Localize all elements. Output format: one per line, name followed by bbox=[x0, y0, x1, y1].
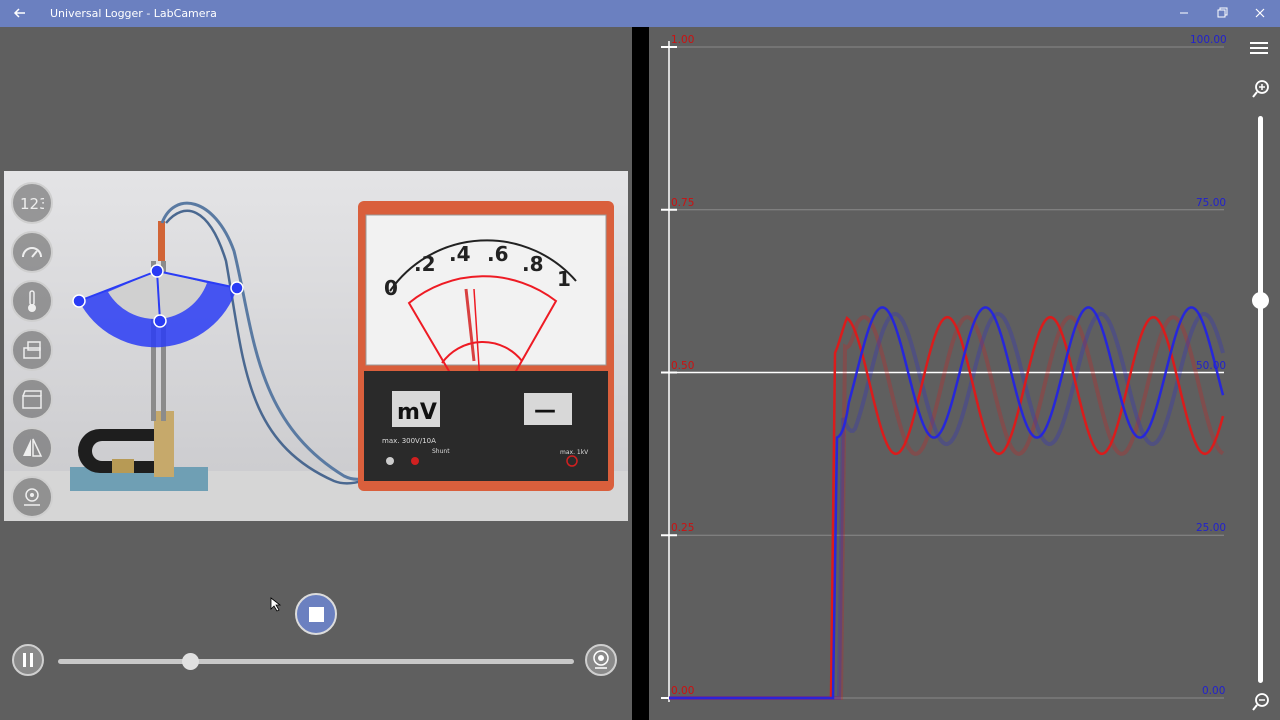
minimize-icon[interactable] bbox=[1174, 4, 1194, 22]
handle-right[interactable] bbox=[230, 281, 244, 295]
right-axis-label: 75.00 bbox=[1196, 197, 1227, 209]
gauge-icon bbox=[22, 247, 42, 258]
scale-label: .6 bbox=[487, 242, 509, 266]
input-spec: max. 300V/10A bbox=[382, 437, 436, 445]
digits-icon: 123 bbox=[20, 195, 44, 213]
experiment-scene: 0 .2 .4 .6 .8 1 mV — max. 300V/10A Shunt… bbox=[4, 171, 628, 521]
restore-icon[interactable] bbox=[1212, 4, 1232, 22]
left-axis-label: 0.75 bbox=[671, 197, 695, 209]
stack-button[interactable] bbox=[11, 329, 53, 371]
panel-divider[interactable] bbox=[632, 27, 649, 720]
mouse-cursor-icon bbox=[270, 597, 282, 612]
scale-label: .4 bbox=[449, 242, 471, 266]
graph-trace bbox=[669, 315, 1225, 700]
stop-recording-button[interactable] bbox=[295, 593, 337, 635]
handle-left[interactable] bbox=[72, 294, 86, 308]
stack-icon bbox=[23, 341, 41, 359]
right-axis-label: 25.00 bbox=[1196, 522, 1227, 534]
mirror-button[interactable] bbox=[11, 427, 53, 469]
right-axis-label: 50.00 bbox=[1196, 360, 1227, 372]
scale-label: .8 bbox=[522, 252, 544, 276]
graph-gridlines bbox=[661, 41, 1224, 702]
shunt-label: Shunt bbox=[432, 448, 450, 455]
scale-label: 1 bbox=[557, 267, 571, 291]
camera-video[interactable]: 0 .2 .4 .6 .8 1 mV — max. 300V/10A Shunt… bbox=[4, 171, 628, 521]
left-axis-label: 0.25 bbox=[671, 522, 695, 534]
left-axis-label: 0.50 bbox=[671, 360, 695, 372]
zoom-in-icon[interactable] bbox=[1252, 79, 1270, 99]
pause-icon bbox=[23, 653, 33, 667]
numeric-display-button[interactable]: 123 bbox=[11, 182, 53, 224]
left-axis-label: 1.00 bbox=[671, 34, 695, 46]
back-arrow-icon[interactable] bbox=[12, 5, 28, 21]
scale-label: .2 bbox=[414, 252, 436, 276]
hamburger-menu-icon[interactable] bbox=[1250, 41, 1268, 55]
right-axis-label: 100.00 bbox=[1190, 34, 1227, 46]
scale-label: 0 bbox=[384, 276, 398, 300]
camera-switch-icon bbox=[24, 488, 40, 506]
range-unit: mV bbox=[397, 400, 437, 425]
clapperboard-icon bbox=[22, 390, 42, 409]
webcam-button[interactable] bbox=[585, 644, 617, 676]
stop-icon bbox=[309, 607, 324, 622]
zoom-out-icon[interactable] bbox=[1252, 692, 1270, 712]
graph-plot[interactable] bbox=[649, 27, 1280, 720]
gauge-button[interactable] bbox=[11, 231, 53, 273]
thermometer-icon bbox=[28, 290, 36, 312]
handle-pivot[interactable] bbox=[150, 264, 164, 278]
webcam-icon bbox=[593, 650, 609, 669]
pause-button[interactable] bbox=[12, 644, 44, 676]
right-axis-label: 0.00 bbox=[1202, 685, 1226, 697]
playback-slider-thumb[interactable] bbox=[181, 653, 199, 670]
current-mode: — bbox=[534, 398, 556, 423]
zoom-slider[interactable] bbox=[1258, 116, 1263, 683]
clapperboard-button[interactable] bbox=[11, 378, 53, 420]
left-axis-label: 0.00 bbox=[671, 685, 695, 697]
zoom-slider-thumb[interactable] bbox=[1252, 292, 1269, 309]
camera-switch-button[interactable] bbox=[11, 476, 53, 518]
max-voltage: max. 1kV bbox=[560, 449, 589, 456]
title-bar: Universal Logger - LabCamera bbox=[0, 0, 1280, 27]
mirror-icon bbox=[23, 438, 43, 457]
close-icon[interactable] bbox=[1250, 4, 1270, 22]
graph-traces bbox=[669, 306, 1225, 700]
playback-slider[interactable] bbox=[58, 659, 574, 664]
window-title: Universal Logger - LabCamera bbox=[50, 7, 217, 20]
handle-center[interactable] bbox=[153, 314, 167, 328]
thermometer-button[interactable] bbox=[11, 280, 53, 322]
svg-text:123: 123 bbox=[20, 195, 44, 213]
